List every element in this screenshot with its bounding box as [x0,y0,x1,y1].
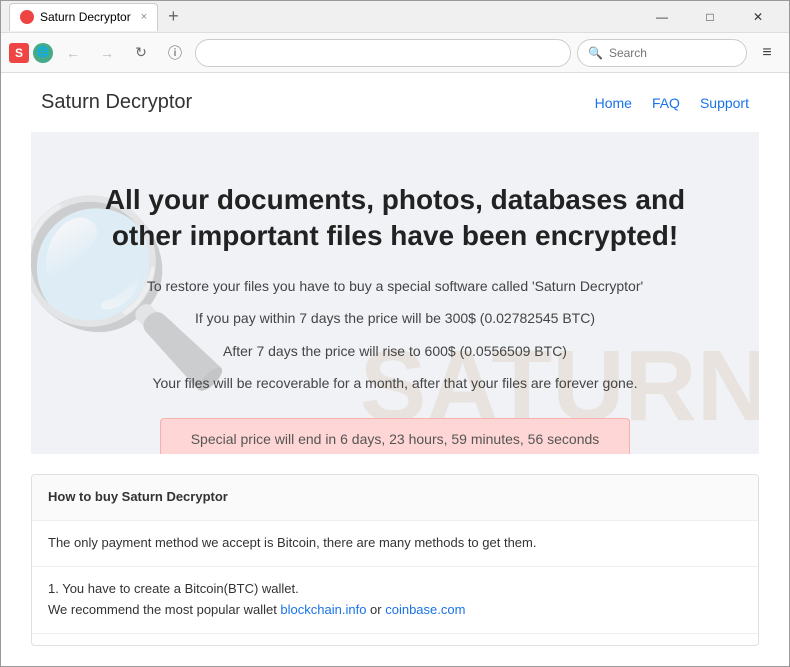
globe-icon: 🌐 [33,43,53,63]
hero-line1: To restore your files you have to buy a … [71,275,719,297]
favicon-area: S 🌐 [9,43,53,63]
maximize-button[interactable]: □ [687,1,733,33]
info-row-payment: The only payment method we accept is Bit… [32,521,758,567]
site-nav: Home FAQ Support [595,95,749,111]
info-section: How to buy Saturn Decryptor The only pay… [31,474,759,646]
nav-faq[interactable]: FAQ [652,95,680,111]
hero-content: All your documents, photos, databases an… [71,182,719,454]
info-payment-text: The only payment method we accept is Bit… [48,535,536,550]
search-icon: 🔍 [588,46,603,60]
hero-line4: Your files will be recoverable for a mon… [71,372,719,394]
browser-tab[interactable]: Saturn Decryptor × [9,3,158,31]
page-content: Saturn Decryptor Home FAQ Support 🔍 SATU… [1,73,789,666]
address-bar[interactable] [195,39,571,67]
minimize-button[interactable]: — [639,1,685,33]
site-logo: Saturn Decryptor [41,91,192,114]
title-bar-left: Saturn Decryptor × + [9,3,639,31]
back-button[interactable]: ← [59,39,87,67]
hero-section: 🔍 SATURN All your documents, photos, dat… [31,132,759,454]
info-button[interactable]: ⓘ [161,39,189,67]
window-controls: — □ ✕ [639,1,781,33]
close-button[interactable]: ✕ [735,1,781,33]
countdown-text: Special price will end in 6 days, 23 hou… [191,431,600,447]
navigation-bar: S 🌐 ← → ↻ ⓘ 🔍 ≡ [1,33,789,73]
blockchain-link[interactable]: blockchain.info [280,602,366,617]
search-input[interactable] [609,46,729,60]
info-row-header: How to buy Saturn Decryptor [32,475,758,521]
info-row-wallet: 1. You have to create a Bitcoin(BTC) wal… [32,567,758,634]
refresh-button[interactable]: ↻ [127,39,155,67]
new-tab-button[interactable]: + [164,6,183,27]
title-bar: Saturn Decryptor × + — □ ✕ [1,1,789,33]
coinbase-link[interactable]: coinbase.com [385,602,465,617]
info-row-buy: 2. You have to buy some Bitcoins to your… [32,634,758,646]
nav-home[interactable]: Home [595,95,632,111]
info-header-text: How to buy Saturn Decryptor [48,489,228,504]
forward-button[interactable]: → [93,39,121,67]
menu-button[interactable]: ≡ [753,39,781,67]
info-wallet-line2: We recommend the most popular wallet blo… [48,600,742,621]
search-bar[interactable]: 🔍 [577,39,747,67]
info-wallet-subtext: We recommend the most popular wallet [48,602,280,617]
hero-line2: If you pay within 7 days the price will … [71,307,719,329]
info-wallet-or: or [366,602,385,617]
info-wallet-line1: 1. You have to create a Bitcoin(BTC) wal… [48,579,742,600]
hero-heading: All your documents, photos, databases an… [71,182,719,255]
hero-line3: After 7 days the price will rise to 600$… [71,340,719,362]
nav-support[interactable]: Support [700,95,749,111]
tab-favicon [20,10,34,24]
browser-window: Saturn Decryptor × + — □ ✕ S 🌐 ← → ↻ ⓘ 🔍… [0,0,790,667]
tab-title: Saturn Decryptor [40,10,131,24]
site-favicon: S [9,43,29,63]
site-header: Saturn Decryptor Home FAQ Support [1,73,789,132]
tab-close-button[interactable]: × [141,11,147,23]
countdown-box: Special price will end in 6 days, 23 hou… [160,418,631,454]
